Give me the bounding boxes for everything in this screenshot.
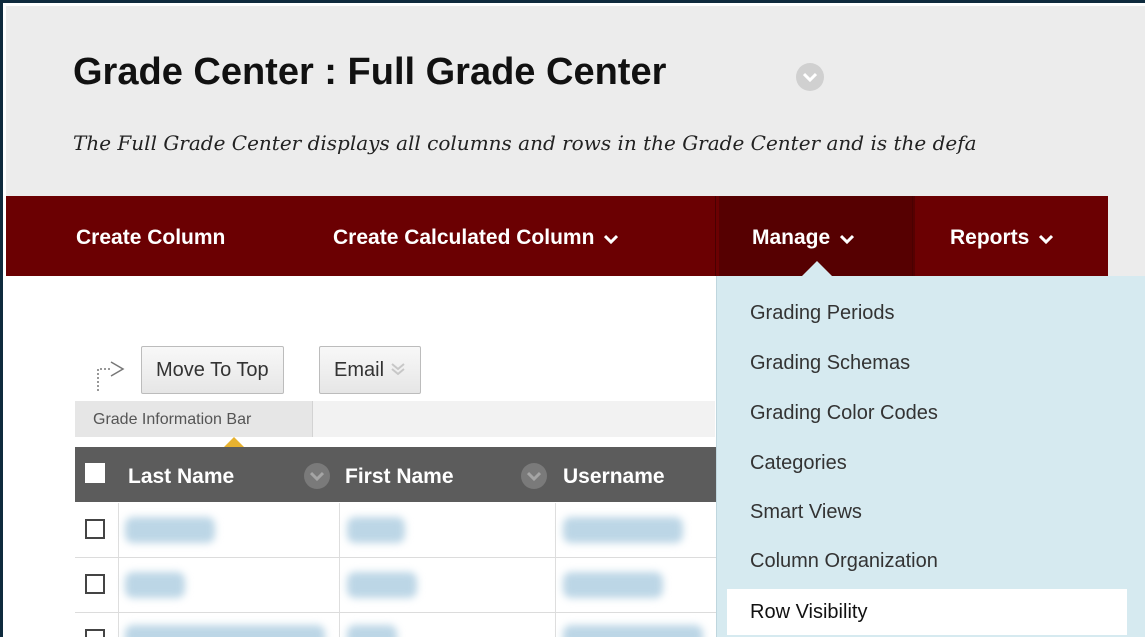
menu-item-grading-schemas[interactable]: Grading Schemas bbox=[717, 340, 1145, 386]
manage-dropdown-menu: Grading Periods Grading Schemas Grading … bbox=[716, 276, 1145, 637]
first-name-redacted[interactable] bbox=[347, 517, 405, 543]
reports-button[interactable]: Reports bbox=[950, 196, 1054, 276]
last-name-redacted[interactable] bbox=[125, 572, 185, 598]
row-checkbox[interactable] bbox=[85, 574, 105, 594]
menu-item-categories[interactable]: Categories bbox=[717, 440, 1145, 486]
select-all-checkbox[interactable] bbox=[85, 463, 105, 483]
cell-separator bbox=[555, 613, 556, 637]
first-name-redacted[interactable] bbox=[347, 572, 417, 598]
column-menu-icon[interactable] bbox=[304, 463, 330, 489]
page-description: The Full Grade Center displays all colum… bbox=[73, 131, 977, 155]
column-header-last-name[interactable]: Last Name bbox=[128, 465, 234, 489]
cell-separator bbox=[118, 558, 119, 612]
chevron-down-icon bbox=[840, 196, 855, 280]
row-checkbox[interactable] bbox=[85, 519, 105, 539]
reports-label: Reports bbox=[950, 226, 1030, 249]
create-calculated-column-button[interactable]: Create Calculated Column bbox=[333, 196, 619, 276]
username-redacted[interactable] bbox=[563, 625, 703, 637]
email-label: Email bbox=[334, 359, 385, 381]
cell-separator bbox=[555, 503, 556, 557]
arrow-right-icon bbox=[93, 353, 129, 398]
column-header-first-name[interactable]: First Name bbox=[345, 465, 454, 489]
table-row bbox=[75, 613, 717, 637]
action-bar-divider bbox=[715, 196, 716, 276]
create-calculated-column-label: Create Calculated Column bbox=[333, 226, 595, 249]
create-column-button[interactable]: Create Column bbox=[76, 196, 225, 276]
last-name-redacted[interactable] bbox=[125, 625, 325, 637]
action-bar-end bbox=[1108, 196, 1145, 276]
chevron-down-icon bbox=[604, 196, 619, 280]
chevron-down-icon bbox=[1039, 196, 1054, 280]
row-checkbox[interactable] bbox=[85, 629, 105, 637]
cell-separator bbox=[339, 613, 340, 637]
cell-separator bbox=[118, 613, 119, 637]
grade-information-bar-label: Grade Information Bar bbox=[93, 411, 252, 428]
menu-item-smart-views[interactable]: Smart Views bbox=[717, 489, 1145, 535]
move-to-top-label: Move To Top bbox=[156, 359, 269, 381]
username-redacted[interactable] bbox=[563, 517, 683, 543]
cell-separator bbox=[339, 503, 340, 557]
sort-indicator-icon bbox=[224, 437, 244, 447]
page-header bbox=[6, 6, 1145, 196]
title-options-chevron-icon[interactable] bbox=[796, 63, 824, 91]
cell-separator bbox=[118, 503, 119, 557]
double-chevron-down-icon bbox=[390, 348, 406, 394]
action-bar-divider bbox=[912, 196, 913, 276]
column-header-username[interactable]: Username bbox=[563, 465, 665, 489]
page-title: Grade Center : Full Grade Center bbox=[73, 51, 667, 93]
first-name-redacted[interactable] bbox=[347, 625, 397, 637]
menu-item-row-visibility[interactable]: Row Visibility bbox=[727, 589, 1127, 635]
menu-item-grading-periods[interactable]: Grading Periods bbox=[717, 290, 1145, 336]
table-row bbox=[75, 503, 717, 558]
last-name-redacted[interactable] bbox=[125, 517, 215, 543]
cell-separator bbox=[555, 558, 556, 612]
app-window: Grade Center : Full Grade Center The Ful… bbox=[0, 0, 1145, 637]
table-row bbox=[75, 558, 717, 613]
manage-label: Manage bbox=[752, 226, 831, 249]
cell-separator bbox=[339, 558, 340, 612]
menu-pointer-icon bbox=[802, 261, 832, 276]
menu-item-grading-color-codes[interactable]: Grading Color Codes bbox=[717, 390, 1145, 436]
email-button[interactable]: Email bbox=[319, 346, 422, 394]
column-menu-icon[interactable] bbox=[521, 463, 547, 489]
move-to-top-button[interactable]: Move To Top bbox=[141, 346, 284, 394]
action-bar: Create Column Create Calculated Column M… bbox=[6, 196, 1108, 276]
create-column-label: Create Column bbox=[76, 226, 226, 249]
username-redacted[interactable] bbox=[563, 572, 663, 598]
menu-item-column-organization[interactable]: Column Organization bbox=[717, 538, 1145, 584]
